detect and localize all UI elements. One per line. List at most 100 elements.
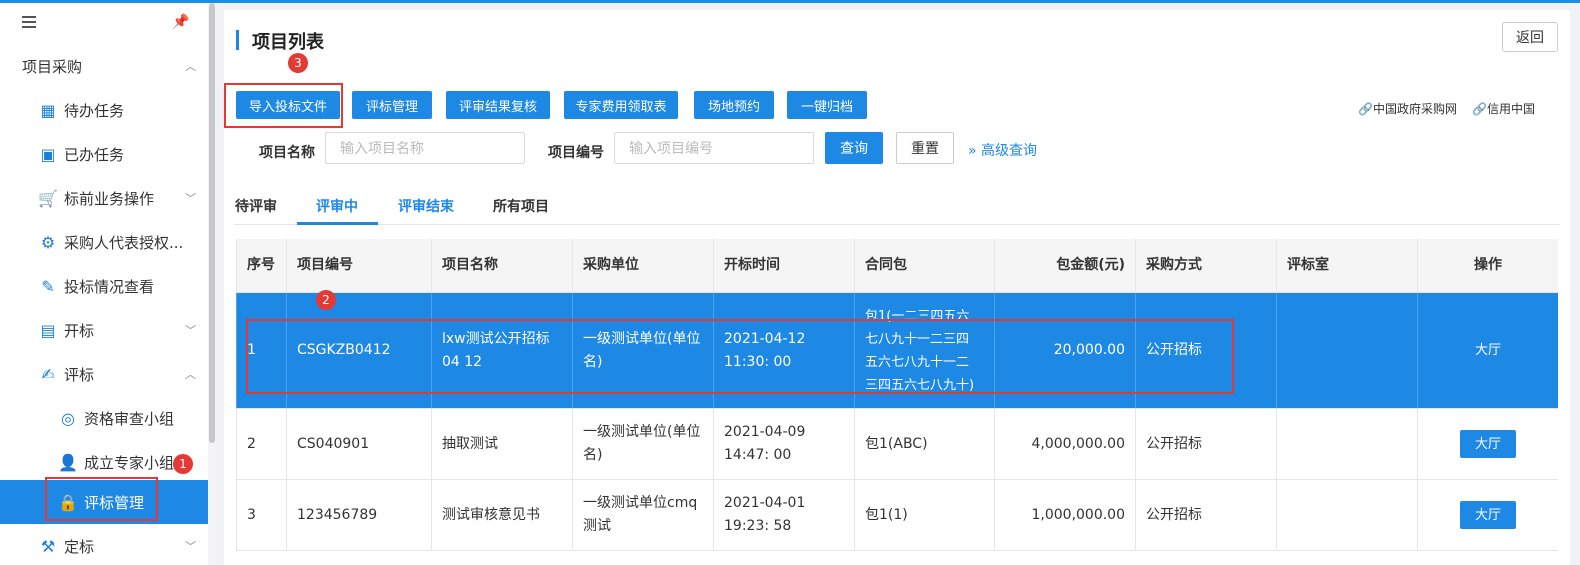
annotation-box-row — [246, 319, 1234, 394]
chevron-up-icon: ︿ — [185, 60, 196, 73]
cell-action: 大厅 — [1417, 480, 1558, 550]
cell-method: 公开招标 — [1135, 409, 1276, 479]
cell-time: 2021-04-01 19:23: 58 — [713, 480, 854, 550]
cell-no: 2 — [236, 409, 286, 479]
tabs-divider — [234, 224, 1560, 225]
project-code-label: 项目编号 — [548, 145, 604, 161]
cell-code: 123456789 — [286, 480, 431, 550]
cell-unit: 一级测试单位cmq 测试 — [572, 480, 713, 550]
cell-unit: 一级测试单位(单位 名) — [572, 409, 713, 479]
table-row[interactable]: 2 CS040901 抽取测试 一级测试单位(单位 名) 2021-04-09 … — [236, 409, 1558, 480]
table-row[interactable]: 3 123456789 测试审核意见书 一级测试单位cmq 测试 2021-04… — [236, 480, 1558, 551]
cell-code: CS040901 — [286, 409, 431, 479]
header-cell: 采购方式 — [1135, 239, 1276, 292]
link-label: 信用中国 — [1486, 102, 1535, 116]
sidebar-item-evaluation[interactable]: ✍ 评标 ︿ — [0, 352, 208, 396]
cell-package: 包1(1) — [854, 480, 994, 550]
sidebar-item-purchaser-auth[interactable]: ⚙ 采购人代表授权... — [0, 220, 208, 264]
gear-icon: ⚙ — [40, 232, 56, 252]
chevron-down-icon: ﹀ — [185, 324, 196, 337]
page-title: 项目列表 — [252, 32, 324, 53]
sidebar-item-label: 待办任务 — [64, 101, 125, 120]
sidebar-item-done[interactable]: ▣ 已办任务 — [0, 132, 208, 176]
cell-room — [1276, 409, 1417, 479]
sidebar-item-label: 标前业务操作 — [64, 189, 155, 208]
sidebar-item-qualification-group[interactable]: ◎ 资格审查小组 — [0, 396, 208, 440]
cell-time: 2021-04-09 14:47: 00 — [713, 409, 854, 479]
sidebar-item-bid-opening[interactable]: ▤ 开标 ﹀ — [0, 308, 208, 352]
project-name-input[interactable]: 输入项目名称 — [325, 132, 525, 164]
pin-icon[interactable]: 📌 — [172, 14, 189, 30]
chevron-up-icon: ︿ — [185, 368, 196, 381]
tab-review-finished[interactable]: 评审结束 — [398, 196, 454, 216]
cell-method: 公开招标 — [1135, 480, 1276, 550]
review-recheck-button[interactable]: 评审结果复核 — [446, 91, 550, 119]
sidebar-item-label: 评标 — [64, 365, 95, 384]
cell-action: 大厅 — [1417, 409, 1558, 479]
project-name-label: 项目名称 — [259, 145, 315, 161]
sidebar-item-bid-status[interactable]: ✎ 投标情况查看 — [0, 264, 208, 308]
header-cell: 采购单位 — [572, 239, 713, 292]
back-button[interactable]: 返回 — [1502, 22, 1558, 52]
credit-china-link[interactable]: 🔗信用中国 — [1472, 100, 1535, 117]
pen-icon: ✎ — [41, 276, 55, 296]
scroll-thumb[interactable] — [209, 3, 215, 443]
cell-no: 3 — [236, 480, 286, 550]
main-panel: 项目列表 返回 导入投标文件 评标管理 评审结果复核 专家费用领取表 场地预约 … — [224, 10, 1570, 565]
hall-button[interactable]: 大厅 — [1460, 430, 1516, 458]
chevron-down-icon: ﹀ — [185, 540, 196, 553]
cell-package: 包1(ABC) — [854, 409, 994, 479]
sidebar-header: 📌 — [0, 3, 208, 43]
expert-fee-button[interactable]: 专家费用领取表 — [564, 91, 678, 119]
sidebar-item-todo[interactable]: ▦ 待办任务 — [0, 88, 208, 132]
calendar-clock-icon: ▦ — [40, 100, 56, 120]
header-cell: 项目编号 — [286, 239, 431, 292]
hall-button[interactable]: 大厅 — [1475, 339, 1501, 362]
annotation-box-import — [224, 83, 343, 128]
header-cell: 序号 — [236, 239, 286, 292]
link-label: 中国政府采购网 — [1372, 102, 1457, 116]
title-accent-bar — [236, 30, 239, 50]
tab-in-review[interactable]: 评审中 — [316, 196, 358, 216]
query-button[interactable]: 查询 — [825, 132, 883, 164]
sidebar-item-award[interactable]: ⚒ 定标 ﹀ — [0, 524, 208, 565]
cart-icon: 🛒 — [38, 188, 58, 208]
header-cell: 操作 — [1417, 239, 1558, 292]
sidebar-scrollbar[interactable] — [208, 3, 216, 565]
hamburger-menu-icon[interactable] — [22, 16, 36, 28]
cell-room — [1276, 293, 1417, 408]
cell-action: 大厅 — [1417, 293, 1558, 408]
badge-icon: ◎ — [61, 408, 75, 428]
reset-button[interactable]: 重置 — [896, 132, 954, 164]
tab-pending[interactable]: 待评审 — [235, 196, 277, 216]
venue-booking-button[interactable]: 场地预约 — [694, 91, 774, 119]
ccgp-link[interactable]: 🔗中国政府采购网 — [1358, 100, 1457, 117]
document-icon: ▤ — [40, 320, 56, 340]
link-icon: 🔗 — [1472, 102, 1487, 116]
hall-button[interactable]: 大厅 — [1460, 501, 1516, 529]
top-accent-line — [0, 0, 1580, 3]
sidebar-item-label: 开标 — [64, 321, 95, 340]
header-cell: 开标时间 — [713, 239, 854, 292]
cell-amount: 4,000,000.00 — [994, 409, 1135, 479]
evaluation-management-button[interactable]: 评标管理 — [352, 91, 432, 119]
edit-doc-icon: ✍ — [41, 364, 55, 384]
tab-all-projects[interactable]: 所有项目 — [493, 196, 549, 216]
sidebar-item-label: 定标 — [64, 537, 95, 556]
header-cell: 合同包 — [854, 239, 994, 292]
table-header: 序号 项目编号 项目名称 采购单位 开标时间 合同包 包金额(元) 采购方式 评… — [236, 239, 1558, 293]
sidebar-item-pre-bid[interactable]: 🛒 标前业务操作 ﹀ — [0, 176, 208, 220]
chevron-down-icon: ﹀ — [185, 192, 196, 205]
annotation-badge-2: 2 — [316, 290, 336, 310]
annotation-box-sidebar — [45, 477, 158, 521]
one-click-archive-button[interactable]: 一键归档 — [787, 91, 867, 119]
sidebar-item-label: 成立专家小组 — [84, 453, 175, 472]
sidebar-item-label: 已办任务 — [64, 145, 125, 164]
sidebar-item-label: 投标情况查看 — [64, 277, 155, 296]
project-code-input[interactable]: 输入项目编号 — [614, 132, 814, 164]
user-icon: 👤 — [58, 452, 78, 472]
sidebar-section-project-procurement[interactable]: 项目采购 ︿ — [0, 44, 208, 88]
advanced-query-link[interactable]: » 高级查询 — [968, 140, 1037, 160]
sidebar-item-label: 采购人代表授权... — [64, 233, 184, 252]
cell-room — [1276, 480, 1417, 550]
